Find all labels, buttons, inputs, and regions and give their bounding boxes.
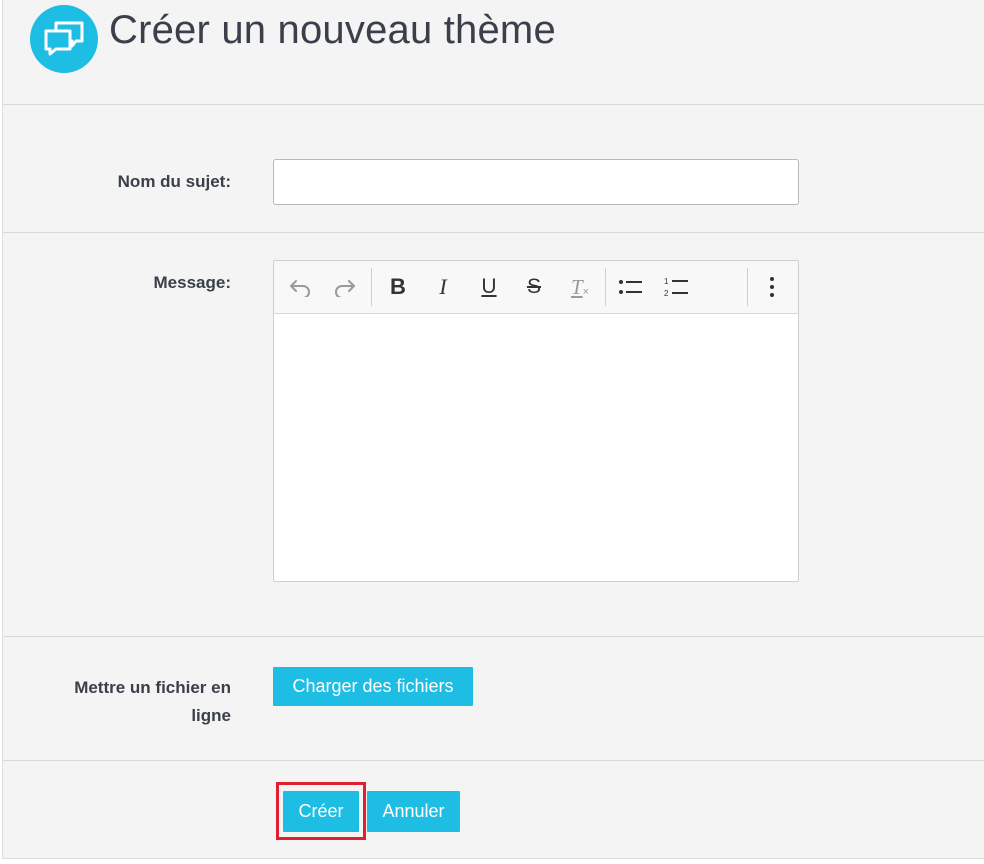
form-panel: Créer un nouveau thème Nom du sujet: Mes… [2,0,984,859]
underline-icon[interactable]: U [472,270,506,304]
subject-input[interactable] [273,159,799,205]
editor-content-area[interactable] [274,314,798,581]
message-editor: B I U S T × 12 [273,260,799,582]
undo-icon[interactable] [283,270,317,304]
toolbar-separator [605,268,606,306]
cancel-button[interactable]: Annuler [367,791,460,832]
chat-bubbles-icon [30,5,98,73]
upload-files-button[interactable]: Charger des fichiers [273,667,473,706]
upload-label-line1: Mettre un fichier en [74,678,231,697]
redo-icon[interactable] [328,270,362,304]
message-label: Message: [153,273,231,292]
editor-toolbar: B I U S T × 12 [274,261,798,314]
svg-text:1: 1 [664,277,669,286]
divider [3,636,984,637]
subject-label: Nom du sujet: [117,172,231,191]
divider [3,760,984,761]
upload-label: Mettre un fichier en ligne [74,674,231,730]
page-title: Créer un nouveau thème [109,8,556,52]
divider [3,232,984,233]
bold-icon[interactable]: B [381,270,415,304]
page-header: Créer un nouveau thème [3,0,984,105]
toolbar-separator [371,268,372,306]
italic-icon[interactable]: I [426,270,460,304]
upload-label-line2: ligne [191,706,231,725]
numbered-list-icon[interactable]: 12 [660,270,694,304]
more-options-icon[interactable] [755,270,789,304]
bulleted-list-icon[interactable] [614,270,648,304]
clear-formatting-icon[interactable]: T × [563,270,597,304]
strikethrough-icon[interactable]: S [517,270,551,304]
svg-text:2: 2 [664,289,669,298]
create-button[interactable]: Créer [283,791,359,832]
toolbar-separator [747,268,748,306]
